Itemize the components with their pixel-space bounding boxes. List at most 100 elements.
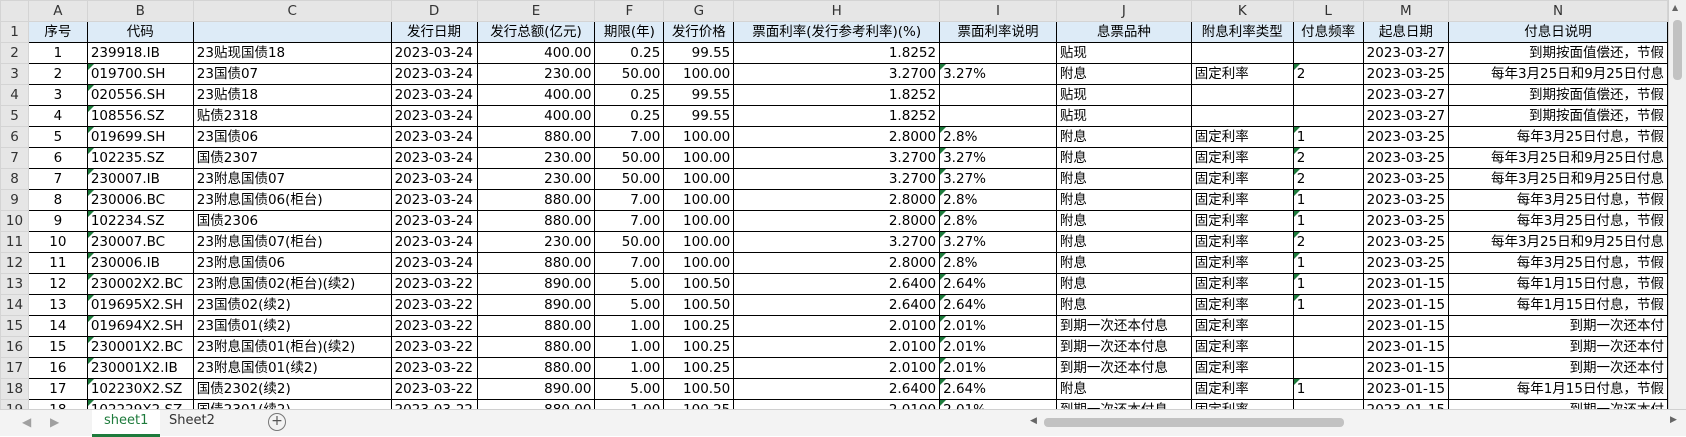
table-cell[interactable]: 2023-03-22 [390, 315, 478, 337]
table-cell[interactable]: 2023-03-24 [390, 105, 478, 127]
table-cell[interactable]: 230006.BC [86, 189, 194, 211]
table-cell[interactable]: 100.00 [663, 231, 735, 253]
table-cell[interactable]: 2.8% [939, 189, 1057, 211]
table-cell[interactable]: 2023-01-15 [1362, 294, 1450, 316]
scroll-left-icon[interactable]: ◀ [1030, 416, 1037, 426]
table-cell[interactable]: 2023-01-15 [1362, 273, 1450, 295]
horizontal-scroll-thumb[interactable] [1044, 418, 1344, 427]
table-cell[interactable]: 14 [27, 315, 88, 337]
table-cell[interactable]: 2.0100 [733, 357, 941, 379]
table-cell[interactable]: 50.00 [594, 168, 665, 190]
horizontal-scrollbar[interactable]: ◀ [1028, 415, 1668, 430]
table-cell[interactable]: 2023-01-15 [1362, 378, 1450, 400]
table-cell[interactable]: 2.0100 [733, 336, 941, 358]
table-cell[interactable]: 102235.SZ [86, 147, 194, 169]
table-cell[interactable]: 附息 [1055, 189, 1192, 211]
table-cell[interactable]: 2 [1292, 231, 1364, 253]
table-cell[interactable] [1190, 84, 1294, 106]
table-cell[interactable]: 230006.IB [86, 252, 194, 274]
row-header[interactable]: 7 [0, 147, 29, 169]
table-cell[interactable]: 102234.SZ [86, 210, 194, 232]
table-cell[interactable]: 50.00 [594, 147, 665, 169]
table-cell[interactable]: 3.2700 [733, 63, 941, 85]
table-cell[interactable]: 每年3月25日和9月25日付息 [1448, 147, 1668, 169]
table-cell[interactable]: 2.01% [939, 357, 1057, 379]
table-cell[interactable]: 2023-03-27 [1362, 84, 1450, 106]
row-header[interactable]: 15 [0, 315, 29, 337]
row-header[interactable]: 10 [0, 210, 29, 232]
select-all-corner[interactable] [0, 0, 29, 22]
table-cell[interactable]: 11 [27, 252, 88, 274]
table-cell[interactable]: 6 [27, 147, 88, 169]
table-cell[interactable]: 2023-03-24 [390, 42, 478, 64]
table-cell[interactable]: 230001X2.BC [86, 336, 194, 358]
table-cell[interactable]: 230007.BC [86, 231, 194, 253]
table-cell[interactable]: 2023-03-27 [1362, 42, 1450, 64]
table-cell[interactable]: 2023-03-25 [1362, 252, 1450, 274]
table-cell[interactable]: 019695X2.SH [86, 294, 194, 316]
table-cell[interactable]: 230.00 [476, 231, 596, 253]
table-cell[interactable]: 100.25 [663, 357, 735, 379]
table-cell[interactable]: 固定利率 [1190, 315, 1294, 337]
table-cell[interactable]: 到期按面值偿还，节假 [1448, 105, 1668, 127]
header-cell[interactable]: 票面利率(发行参考利率)(%) [733, 21, 941, 43]
table-cell[interactable]: 23附息国债01(续2) [192, 357, 392, 379]
row-header[interactable]: 8 [0, 168, 29, 190]
table-cell[interactable]: 2023-03-24 [390, 189, 478, 211]
table-cell[interactable]: 50.00 [594, 63, 665, 85]
table-cell[interactable]: 23国债06 [192, 126, 392, 148]
table-cell[interactable]: 1 [1292, 378, 1364, 400]
table-cell[interactable]: 3.27% [939, 168, 1057, 190]
table-cell[interactable]: 2023-03-25 [1362, 231, 1450, 253]
table-cell[interactable]: 400.00 [476, 84, 596, 106]
table-cell[interactable]: 100.50 [663, 273, 735, 295]
scroll-right-icon[interactable]: ▶ [1670, 415, 1677, 425]
header-cell[interactable]: 付息日说明 [1448, 21, 1668, 43]
table-cell[interactable]: 890.00 [476, 294, 596, 316]
table-cell[interactable]: 固定利率 [1190, 147, 1294, 169]
table-cell[interactable]: 2023-03-25 [1362, 210, 1450, 232]
table-cell[interactable]: 5.00 [594, 294, 665, 316]
table-cell[interactable]: 每年3月25日和9月25日付息 [1448, 231, 1668, 253]
table-cell[interactable]: 100.25 [663, 399, 735, 409]
table-cell[interactable]: 2.64% [939, 273, 1057, 295]
table-cell[interactable] [1292, 399, 1364, 409]
table-cell[interactable]: 2023-03-22 [390, 273, 478, 295]
table-cell[interactable]: 贴现 [1055, 84, 1192, 106]
table-cell[interactable]: 2.6400 [733, 378, 941, 400]
row-header[interactable]: 1 [0, 21, 29, 43]
header-cell[interactable]: 期限(年) [594, 21, 665, 43]
table-cell[interactable]: 2023-03-25 [1362, 168, 1450, 190]
table-cell[interactable]: 附息 [1055, 378, 1192, 400]
table-cell[interactable]: 23附息国债06(柜台) [192, 189, 392, 211]
table-cell[interactable]: 3.2700 [733, 168, 941, 190]
table-cell[interactable]: 400.00 [476, 105, 596, 127]
table-cell[interactable]: 7.00 [594, 126, 665, 148]
header-cell[interactable]: 发行总额(亿元) [476, 21, 596, 43]
chevron-right-icon[interactable]: ▶ [50, 415, 59, 429]
header-cell[interactable]: 附息利率类型 [1190, 21, 1294, 43]
table-cell[interactable]: 16 [27, 357, 88, 379]
table-cell[interactable]: 附息 [1055, 168, 1192, 190]
table-cell[interactable]: 23附息国债07 [192, 168, 392, 190]
table-cell[interactable]: 1 [27, 42, 88, 64]
table-cell[interactable]: 2023-03-27 [1362, 105, 1450, 127]
table-cell[interactable]: 附息 [1055, 126, 1192, 148]
table-cell[interactable]: 2023-03-24 [390, 231, 478, 253]
table-cell[interactable]: 100.25 [663, 315, 735, 337]
table-cell[interactable]: 2023-03-22 [390, 399, 478, 409]
table-cell[interactable]: 2.8000 [733, 210, 941, 232]
col-header-I[interactable]: I [939, 0, 1057, 22]
table-cell[interactable]: 2023-01-15 [1362, 357, 1450, 379]
table-cell[interactable]: 2023-03-25 [1362, 189, 1450, 211]
table-cell[interactable]: 2023-03-25 [1362, 147, 1450, 169]
table-cell[interactable]: 贴现 [1055, 42, 1192, 64]
table-cell[interactable]: 2.8000 [733, 252, 941, 274]
table-cell[interactable]: 4 [27, 105, 88, 127]
table-cell[interactable]: 附息 [1055, 252, 1192, 274]
col-header-J[interactable]: J [1055, 0, 1192, 22]
table-cell[interactable]: 2 [27, 63, 88, 85]
col-header-K[interactable]: K [1190, 0, 1294, 22]
vertical-scrollbar[interactable]: ▲ [1668, 0, 1686, 409]
row-header[interactable]: 18 [0, 378, 29, 400]
